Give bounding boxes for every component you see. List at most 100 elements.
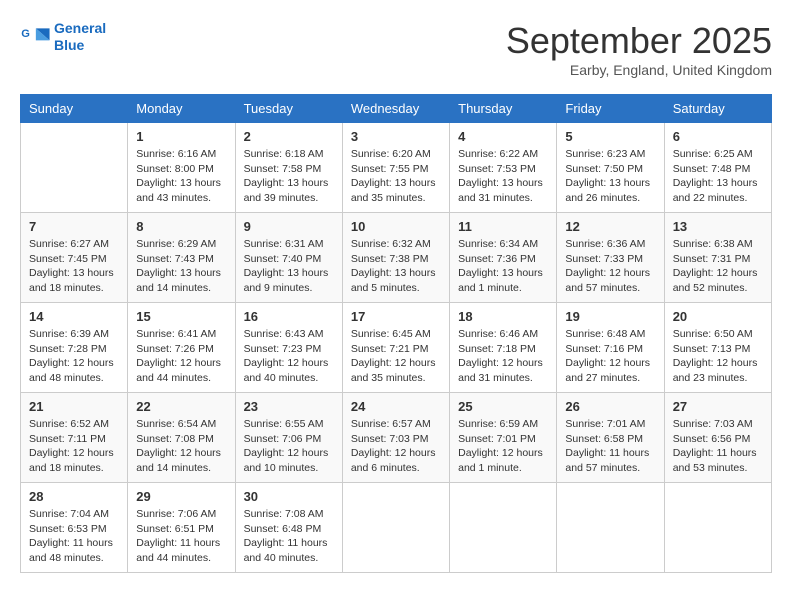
day-number: 29 xyxy=(136,489,226,504)
calendar-cell: 11 Sunrise: 6:34 AMSunset: 7:36 PMDayligh… xyxy=(450,213,557,303)
day-info: Sunrise: 6:32 AMSunset: 7:38 PMDaylight:… xyxy=(351,237,441,296)
calendar-cell: 29 Sunrise: 7:06 AMSunset: 6:51 PMDayligh… xyxy=(128,483,235,573)
calendar-cell: 25 Sunrise: 6:59 AMSunset: 7:01 PMDayligh… xyxy=(450,393,557,483)
weekday-header: Saturday xyxy=(664,95,771,123)
day-number: 7 xyxy=(29,219,119,234)
day-info: Sunrise: 6:46 AMSunset: 7:18 PMDaylight:… xyxy=(458,327,548,386)
calendar-cell: 21Sunrise: 6:52 AMSunset: 7:11 PMDayligh… xyxy=(21,393,128,483)
day-number: 28 xyxy=(29,489,119,504)
day-info: Sunrise: 6:23 AMSunset: 7:50 PMDaylight:… xyxy=(565,147,655,206)
day-number: 27 xyxy=(673,399,763,414)
day-number: 19 xyxy=(565,309,655,324)
day-number: 26 xyxy=(565,399,655,414)
day-info: Sunrise: 6:45 AMSunset: 7:21 PMDaylight:… xyxy=(351,327,441,386)
day-number: 18 xyxy=(458,309,548,324)
day-number: 8 xyxy=(136,219,226,234)
calendar-week-row: 14 Sunrise: 6:39 AMSunset: 7:28 PMDayligh… xyxy=(21,303,772,393)
calendar-cell: 23 Sunrise: 6:55 AMSunset: 7:06 PMDayligh… xyxy=(235,393,342,483)
day-info: Sunrise: 6:43 AMSunset: 7:23 PMDaylight:… xyxy=(244,327,334,386)
day-number: 12 xyxy=(565,219,655,234)
day-number: 15 xyxy=(136,309,226,324)
calendar-cell: 1Sunrise: 6:16 AMSunset: 8:00 PMDaylight… xyxy=(128,123,235,213)
weekday-header: Wednesday xyxy=(342,95,449,123)
calendar-cell: 7 Sunrise: 6:27 AMSunset: 7:45 PMDaylight… xyxy=(21,213,128,303)
calendar-cell: 28 Sunrise: 7:04 AMSunset: 6:53 PMDayligh… xyxy=(21,483,128,573)
day-number: 25 xyxy=(458,399,548,414)
day-info: Sunrise: 7:08 AMSunset: 6:48 PMDaylight:… xyxy=(244,507,334,566)
title-block: September 2025 Earby, England, United Ki… xyxy=(506,20,772,78)
calendar-cell: 14 Sunrise: 6:39 AMSunset: 7:28 PMDayligh… xyxy=(21,303,128,393)
day-number: 10 xyxy=(351,219,441,234)
day-info: Sunrise: 6:34 AMSunset: 7:36 PMDaylight:… xyxy=(458,237,548,296)
day-number: 9 xyxy=(244,219,334,234)
day-info: Sunrise: 6:55 AMSunset: 7:06 PMDaylight:… xyxy=(244,417,334,476)
weekday-header: Sunday xyxy=(21,95,128,123)
calendar-cell: 9Sunrise: 6:31 AMSunset: 7:40 PMDaylight… xyxy=(235,213,342,303)
calendar-cell: 19Sunrise: 6:48 AMSunset: 7:16 PMDayligh… xyxy=(557,303,664,393)
logo: G General Blue xyxy=(20,20,106,54)
day-info: Sunrise: 7:04 AMSunset: 6:53 PMDaylight:… xyxy=(29,507,119,566)
day-number: 22 xyxy=(136,399,226,414)
day-info: Sunrise: 6:18 AMSunset: 7:58 PMDaylight:… xyxy=(244,147,334,206)
day-number: 24 xyxy=(351,399,441,414)
calendar-cell xyxy=(21,123,128,213)
calendar-cell: 18 Sunrise: 6:46 AMSunset: 7:18 PMDayligh… xyxy=(450,303,557,393)
calendar-cell xyxy=(664,483,771,573)
day-info: Sunrise: 6:39 AMSunset: 7:28 PMDaylight:… xyxy=(29,327,119,386)
day-info: Sunrise: 6:57 AMSunset: 7:03 PMDaylight:… xyxy=(351,417,441,476)
day-number: 23 xyxy=(244,399,334,414)
calendar-cell: 30Sunrise: 7:08 AMSunset: 6:48 PMDayligh… xyxy=(235,483,342,573)
day-info: Sunrise: 6:36 AMSunset: 7:33 PMDaylight:… xyxy=(565,237,655,296)
calendar-week-row: 21Sunrise: 6:52 AMSunset: 7:11 PMDayligh… xyxy=(21,393,772,483)
day-info: Sunrise: 7:06 AMSunset: 6:51 PMDaylight:… xyxy=(136,507,226,566)
day-number: 11 xyxy=(458,219,548,234)
calendar-cell: 3 Sunrise: 6:20 AMSunset: 7:55 PMDaylight… xyxy=(342,123,449,213)
day-info: Sunrise: 6:50 AMSunset: 7:13 PMDaylight:… xyxy=(673,327,763,386)
location: Earby, England, United Kingdom xyxy=(506,62,772,78)
calendar-cell: 26Sunrise: 7:01 AMSunset: 6:58 PMDayligh… xyxy=(557,393,664,483)
day-number: 20 xyxy=(673,309,763,324)
day-info: Sunrise: 6:27 AMSunset: 7:45 PMDaylight:… xyxy=(29,237,119,296)
weekday-header: Monday xyxy=(128,95,235,123)
day-info: Sunrise: 6:22 AMSunset: 7:53 PMDaylight:… xyxy=(458,147,548,206)
calendar-cell xyxy=(450,483,557,573)
weekday-header: Friday xyxy=(557,95,664,123)
day-number: 4 xyxy=(458,129,548,144)
day-number: 17 xyxy=(351,309,441,324)
day-info: Sunrise: 6:20 AMSunset: 7:55 PMDaylight:… xyxy=(351,147,441,206)
svg-text:G: G xyxy=(21,28,30,40)
day-info: Sunrise: 6:59 AMSunset: 7:01 PMDaylight:… xyxy=(458,417,548,476)
calendar-week-row: 1Sunrise: 6:16 AMSunset: 8:00 PMDaylight… xyxy=(21,123,772,213)
calendar-cell: 20 Sunrise: 6:50 AMSunset: 7:13 PMDayligh… xyxy=(664,303,771,393)
calendar-cell: 5 Sunrise: 6:23 AMSunset: 7:50 PMDaylight… xyxy=(557,123,664,213)
calendar-cell: 16 Sunrise: 6:43 AMSunset: 7:23 PMDayligh… xyxy=(235,303,342,393)
day-number: 3 xyxy=(351,129,441,144)
calendar-cell: 24 Sunrise: 6:57 AMSunset: 7:03 PMDayligh… xyxy=(342,393,449,483)
calendar-week-row: 7 Sunrise: 6:27 AMSunset: 7:45 PMDaylight… xyxy=(21,213,772,303)
day-info: Sunrise: 6:52 AMSunset: 7:11 PMDaylight:… xyxy=(29,417,119,476)
calendar-cell xyxy=(342,483,449,573)
calendar-cell: 22Sunrise: 6:54 AMSunset: 7:08 PMDayligh… xyxy=(128,393,235,483)
logo-text: General Blue xyxy=(54,20,106,54)
calendar-cell: 27 Sunrise: 7:03 AMSunset: 6:56 PMDayligh… xyxy=(664,393,771,483)
day-number: 16 xyxy=(244,309,334,324)
day-number: 1 xyxy=(136,129,226,144)
day-number: 5 xyxy=(565,129,655,144)
day-info: Sunrise: 6:25 AMSunset: 7:48 PMDaylight:… xyxy=(673,147,763,206)
calendar-week-row: 28 Sunrise: 7:04 AMSunset: 6:53 PMDayligh… xyxy=(21,483,772,573)
weekday-header: Tuesday xyxy=(235,95,342,123)
calendar-cell: 8Sunrise: 6:29 AMSunset: 7:43 PMDaylight… xyxy=(128,213,235,303)
day-number: 2 xyxy=(244,129,334,144)
day-info: Sunrise: 6:38 AMSunset: 7:31 PMDaylight:… xyxy=(673,237,763,296)
calendar-cell: 15Sunrise: 6:41 AMSunset: 7:26 PMDayligh… xyxy=(128,303,235,393)
month-title: September 2025 xyxy=(506,20,772,62)
day-info: Sunrise: 7:03 AMSunset: 6:56 PMDaylight:… xyxy=(673,417,763,476)
day-number: 6 xyxy=(673,129,763,144)
calendar-cell: 17 Sunrise: 6:45 AMSunset: 7:21 PMDayligh… xyxy=(342,303,449,393)
calendar-cell: 12 Sunrise: 6:36 AMSunset: 7:33 PMDayligh… xyxy=(557,213,664,303)
calendar-cell: 6 Sunrise: 6:25 AMSunset: 7:48 PMDaylight… xyxy=(664,123,771,213)
day-number: 13 xyxy=(673,219,763,234)
page-header: G General Blue September 2025 Earby, Eng… xyxy=(20,20,772,78)
calendar-cell xyxy=(557,483,664,573)
day-number: 14 xyxy=(29,309,119,324)
